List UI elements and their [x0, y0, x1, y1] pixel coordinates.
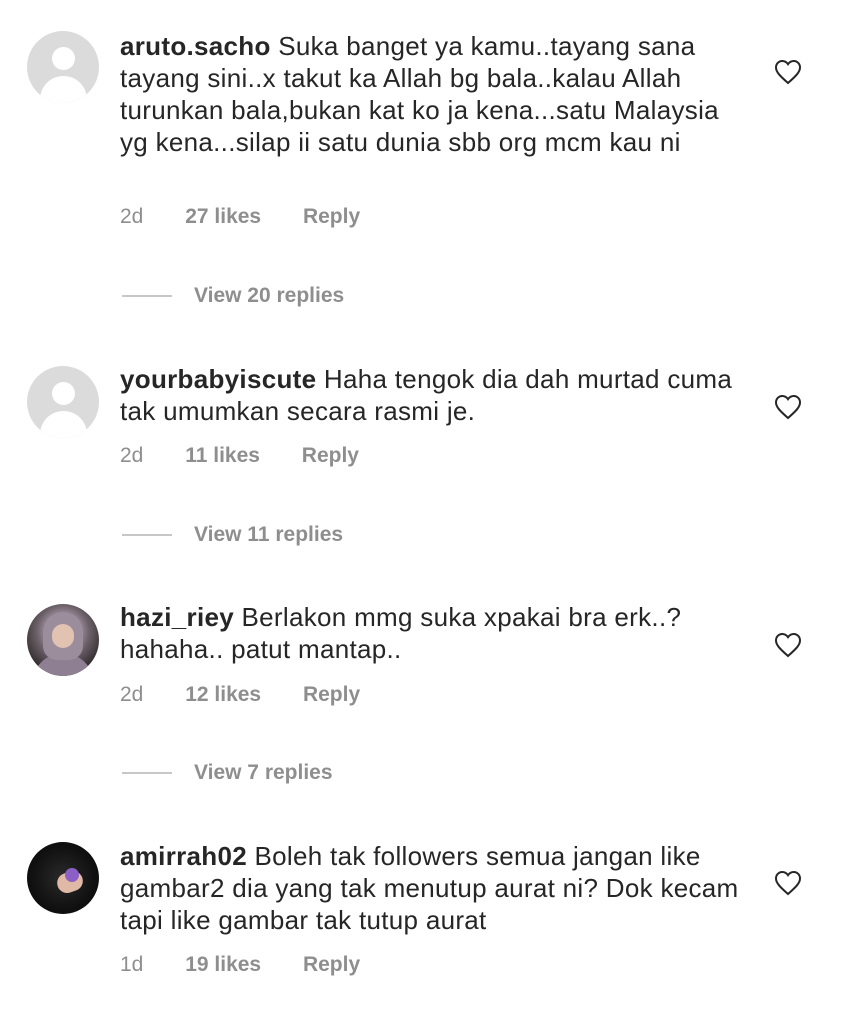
heart-icon[interactable]	[774, 632, 802, 658]
view-replies-button[interactable]: View 7 replies	[122, 761, 333, 785]
comment-username[interactable]: amirrah02	[120, 841, 247, 871]
avatar[interactable]	[27, 366, 99, 438]
comment-meta: 1d 19 likes Reply	[120, 953, 360, 977]
comment-meta: 2d 12 likes Reply	[120, 683, 360, 707]
view-replies-button[interactable]: View 11 replies	[122, 523, 343, 547]
avatar-ring-shape	[65, 868, 79, 882]
avatar[interactable]	[27, 31, 99, 103]
comment-username[interactable]: yourbabyiscute	[120, 364, 316, 394]
heart-icon[interactable]	[774, 59, 802, 85]
comment-username[interactable]: hazi_riey	[120, 602, 234, 632]
reply-button[interactable]: Reply	[302, 444, 359, 467]
avatar-head-shape	[52, 382, 75, 405]
comment-username[interactable]: aruto.sacho	[120, 31, 271, 61]
avatar[interactable]	[27, 842, 99, 914]
heart-icon[interactable]	[774, 394, 802, 420]
comment-time: 1d	[120, 953, 144, 976]
replies-divider-line	[122, 534, 172, 537]
view-replies-label: View 20 replies	[194, 284, 345, 307]
avatar-body-shape	[40, 76, 87, 103]
comment-text: hazi_riey Berlakon mmg suka xpakai bra e…	[120, 601, 740, 665]
comment-meta: 2d 11 likes Reply	[120, 444, 359, 468]
replies-divider-line	[122, 295, 172, 298]
avatar-head-shape	[52, 47, 75, 70]
comment-likes[interactable]: 27 likes	[185, 205, 261, 228]
comment-meta: 2d 27 likes Reply	[120, 205, 360, 229]
reply-button[interactable]: Reply	[303, 683, 360, 706]
comment-time: 2d	[120, 205, 144, 228]
reply-button[interactable]: Reply	[303, 953, 360, 976]
comment-likes[interactable]: 19 likes	[185, 953, 261, 976]
comment-item: aruto.sacho Suka banget ya kamu..tayang …	[0, 0, 851, 330]
comment-text: aruto.sacho Suka banget ya kamu..tayang …	[120, 30, 740, 158]
comment-text: amirrah02 Boleh tak followers semua jang…	[120, 840, 740, 936]
comment-likes[interactable]: 12 likes	[185, 683, 261, 706]
comment-text: yourbabyiscute Haha tengok dia dah murta…	[120, 363, 740, 427]
view-replies-label: View 7 replies	[194, 761, 333, 784]
avatar-face-shape	[52, 624, 74, 648]
avatar[interactable]	[27, 604, 99, 676]
comment-time: 2d	[120, 683, 144, 706]
comment-likes[interactable]: 11 likes	[185, 444, 260, 467]
comment-time: 2d	[120, 444, 144, 467]
reply-button[interactable]: Reply	[303, 205, 360, 228]
replies-divider-line	[122, 772, 172, 775]
view-replies-button[interactable]: View 20 replies	[122, 284, 344, 308]
avatar-body-shape	[40, 411, 87, 438]
heart-icon[interactable]	[774, 870, 802, 896]
view-replies-label: View 11 replies	[194, 523, 344, 546]
